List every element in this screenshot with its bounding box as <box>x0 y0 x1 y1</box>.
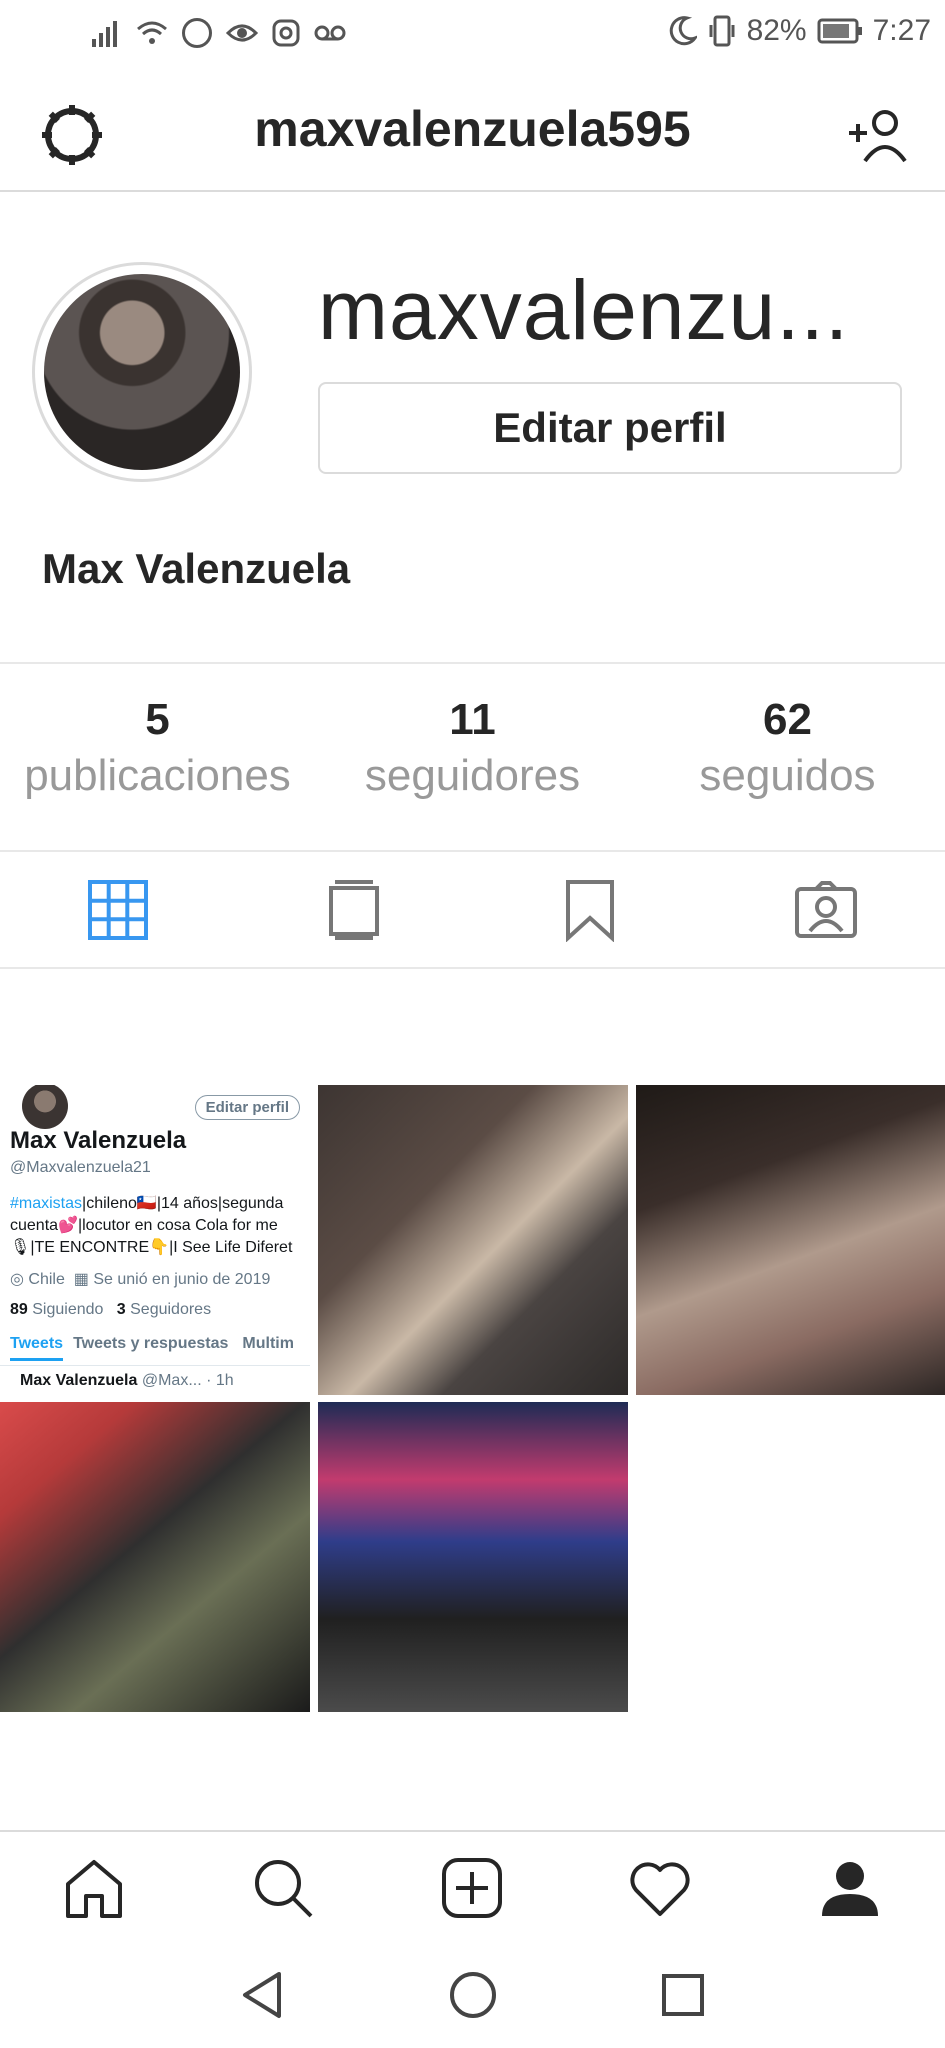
tweet-bio-hashtag: #maxistas <box>10 1195 83 1212</box>
tab-grid[interactable] <box>0 875 236 945</box>
add-post-icon <box>442 1858 502 1918</box>
moon-icon <box>669 16 697 46</box>
recents-square-icon <box>662 1974 704 2016</box>
avatar[interactable] <box>44 274 240 470</box>
home-icon <box>66 1860 122 1918</box>
back-triangle-icon <box>243 1972 281 2018</box>
instagram-icon <box>272 19 300 47</box>
stat-posts-label: publicaciones <box>24 751 291 800</box>
wifi-icon <box>137 21 167 44</box>
signal-icon <box>92 21 117 47</box>
grid-icon <box>88 880 148 940</box>
post-tile-microphone[interactable] <box>636 1085 945 1395</box>
nav-new-post[interactable] <box>432 1848 512 1928</box>
tweet-followers-label: Seguidores <box>130 1301 212 1318</box>
stat-following-count: 62 <box>763 695 812 744</box>
nav-home[interactable] <box>54 1848 134 1928</box>
status-right: 82% 7:27 <box>669 14 931 48</box>
bookmark-icon <box>566 880 614 942</box>
tweet-tab-media: Multim <box>242 1335 294 1352</box>
tweet-follow-counts: 89 Siguiendo 3 Seguidores <box>10 1301 211 1319</box>
status-bar: 82% 7:27 <box>0 0 945 75</box>
tweet-profile-handle: @Maxvalenzuela21 <box>10 1159 151 1176</box>
battery-percent: 82% <box>746 14 807 47</box>
tab-igtv[interactable] <box>236 875 472 945</box>
tweet-profile-name: Max Valenzuela <box>10 1127 187 1154</box>
tweet-followers-count: 3 <box>116 1301 126 1318</box>
tweet-edit-profile-button: Editar perfil <box>194 1095 300 1120</box>
stat-posts[interactable]: 5 publicaciones <box>0 695 315 801</box>
tagged-icon <box>795 881 857 938</box>
tweet-following-label: Siguiendo <box>32 1301 104 1318</box>
tweet-tab-tweets: Tweets <box>10 1335 64 1361</box>
add-user-icon[interactable] <box>845 103 909 167</box>
vibrate-icon <box>709 15 735 47</box>
tweet-post-name: Max Valenzuela <box>20 1372 138 1389</box>
profile-header: maxvalenzuela595 <box>0 75 945 192</box>
post-tile-camo-vest[interactable] <box>0 1402 310 1712</box>
post-tile-city-night[interactable] <box>318 1402 628 1712</box>
post-tile-twitter-screenshot[interactable]: Editar perfil Max Valenzuela @Maxvalenzu… <box>0 1085 310 1395</box>
data-saver-icon <box>182 18 212 48</box>
tweet-location: Chile <box>28 1271 65 1288</box>
nav-profile[interactable] <box>810 1848 890 1928</box>
edit-profile-button[interactable]: Editar perfil <box>318 382 902 474</box>
tweet-divider <box>0 1365 310 1366</box>
home-circle-icon <box>450 1972 496 2018</box>
stats-top-divider <box>0 662 945 664</box>
post-tile-portrait-chain[interactable] <box>318 1085 628 1395</box>
stat-following-label: seguidos <box>699 751 876 800</box>
tweet-profile-bio: #maxistas|chileno🇨🇱|14 años|segunda cuen… <box>10 1193 300 1259</box>
voicemail-icon <box>314 25 346 41</box>
stat-followers[interactable]: 11 seguidores <box>315 695 630 801</box>
system-recents-button[interactable] <box>648 1960 718 2030</box>
stat-followers-count: 11 <box>449 695 496 744</box>
nav-search[interactable] <box>243 1848 323 1928</box>
tweet-following-count: 89 <box>10 1301 28 1318</box>
tweet-profile-meta: ◎ Chile ▦ Se unió en junio de 2019 <box>10 1271 271 1288</box>
profile-username: maxvalenzu... <box>318 263 850 357</box>
stat-posts-count: 5 <box>145 695 170 744</box>
clock: 7:27 <box>872 14 931 47</box>
tweet-tabs: Tweets Tweets y respuestas Multim <box>0 1335 310 1361</box>
igtv-icon <box>329 880 379 940</box>
tweet-post-header: Max Valenzuela @Max... · 1h <box>20 1372 234 1390</box>
tweet-joined: Se unió en junio de 2019 <box>93 1271 271 1288</box>
tweet-tab-replies: Tweets y respuestas <box>73 1335 229 1352</box>
tabs-top-divider <box>0 850 945 852</box>
status-left-icons <box>92 18 346 48</box>
tweet-avatar <box>22 1085 68 1129</box>
activity-heart-icon <box>630 1862 690 1916</box>
profile-icon <box>822 1862 878 1916</box>
nav-activity[interactable] <box>620 1848 700 1928</box>
tab-saved[interactable] <box>472 875 708 945</box>
tweet-post-meta: @Max... · 1h <box>141 1372 234 1389</box>
system-back-button[interactable] <box>227 1960 297 2030</box>
system-home-button[interactable] <box>438 1960 508 2030</box>
search-icon <box>255 1860 313 1918</box>
eye-icon <box>226 24 258 42</box>
tab-tagged[interactable] <box>708 875 944 945</box>
stat-followers-label: seguidores <box>364 751 581 800</box>
stat-following[interactable]: 62 seguidos <box>630 695 945 801</box>
header-username: maxvalenzuela595 <box>254 101 691 157</box>
tabs-bottom-divider <box>0 967 945 969</box>
profile-full-name: Max Valenzuela <box>42 545 351 592</box>
battery-icon <box>817 18 862 44</box>
